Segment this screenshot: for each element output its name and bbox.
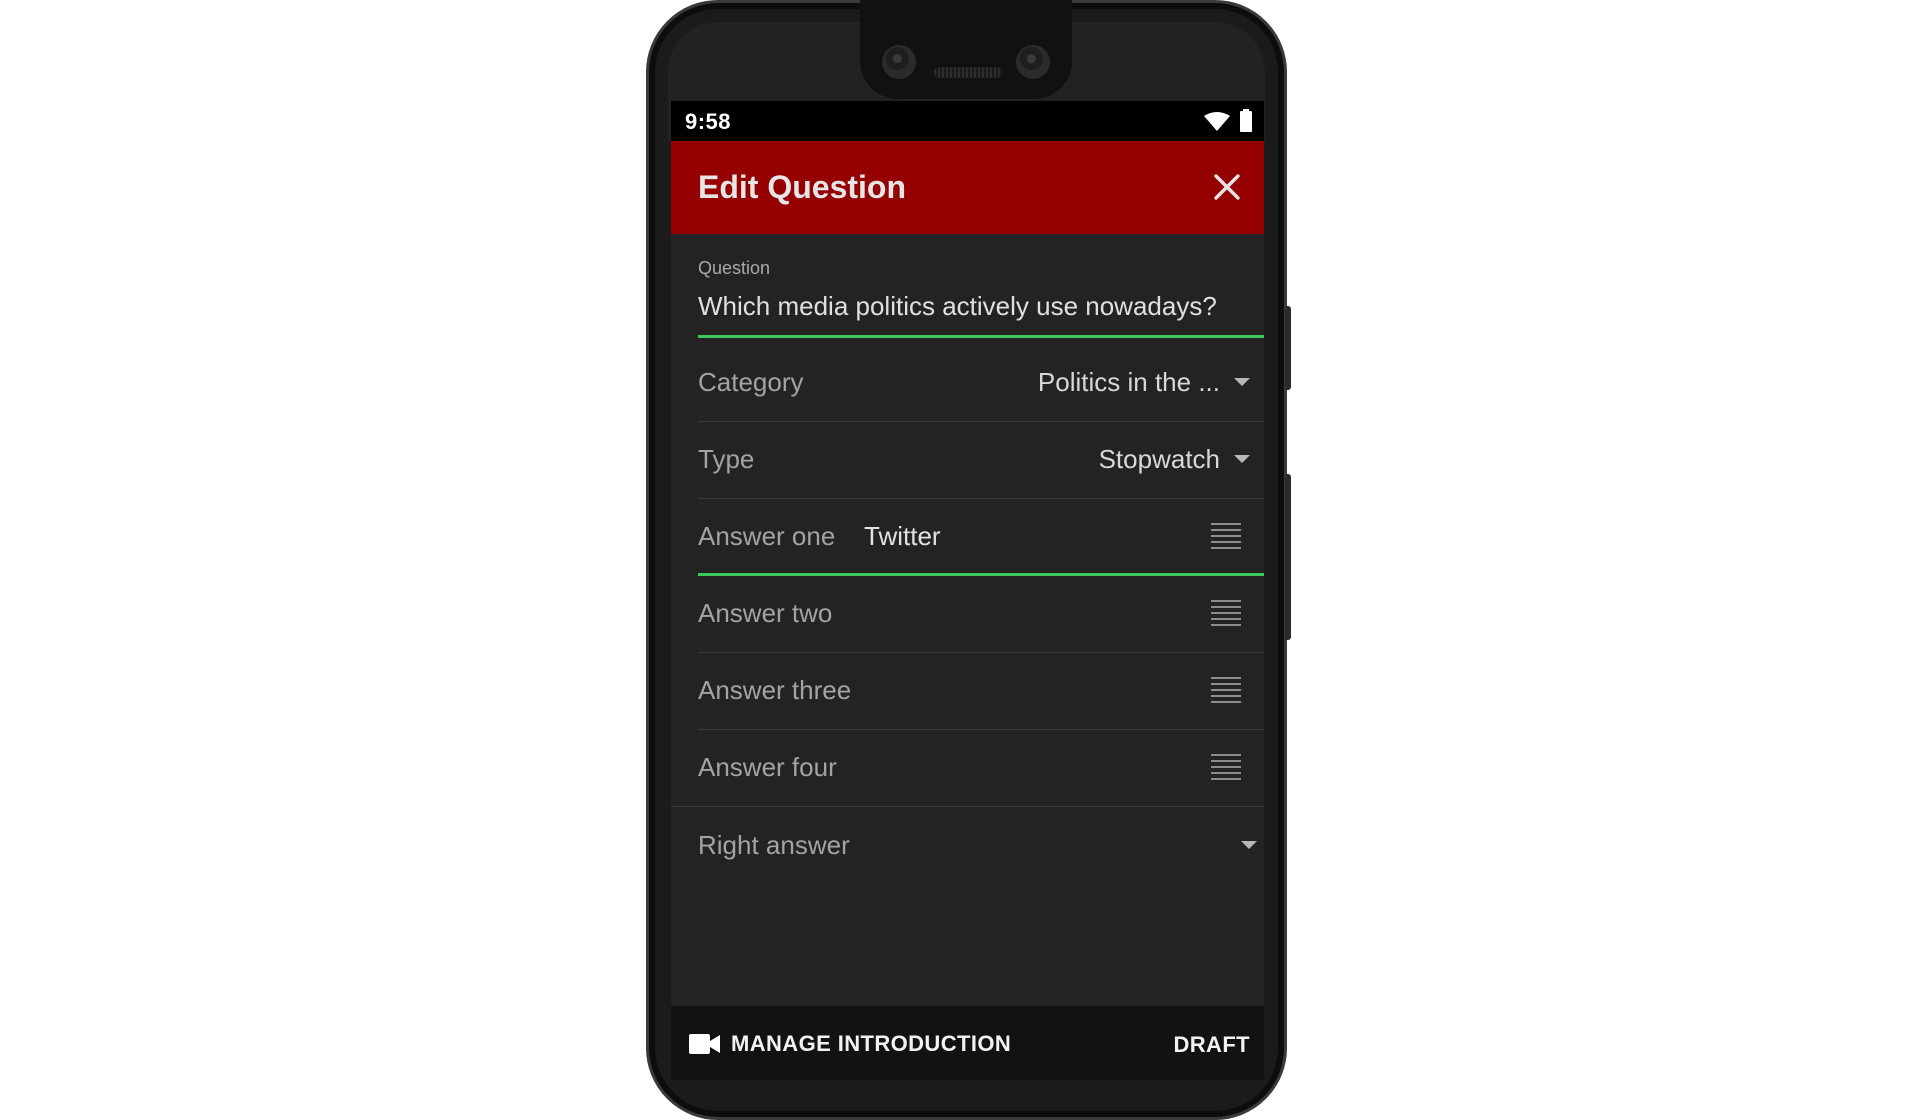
app-bar: Edit Question bbox=[671, 141, 1264, 234]
right-answer-label: Right answer bbox=[698, 830, 850, 860]
manage-introduction-button[interactable]: MANAGE INTRODUCTION bbox=[689, 1024, 1011, 1064]
question-label: Question bbox=[698, 258, 771, 278]
answer-three-field[interactable]: Answer three bbox=[698, 653, 1264, 730]
drag-handle-icon[interactable] bbox=[1211, 600, 1241, 626]
answer-two-field[interactable]: Answer two bbox=[698, 576, 1264, 653]
category-dropdown-arrow-icon bbox=[1234, 378, 1250, 386]
front-camera-left bbox=[882, 45, 916, 79]
video-camera-icon bbox=[689, 1034, 720, 1054]
answer-one-label: Answer one bbox=[698, 521, 836, 551]
category-select[interactable]: Category Politics in the ... bbox=[698, 345, 1264, 422]
answer-one-value[interactable]: Twitter bbox=[864, 521, 941, 552]
answer-three-label: Answer three bbox=[698, 675, 852, 705]
wifi-icon bbox=[1204, 112, 1230, 131]
drag-handle-icon[interactable] bbox=[1211, 754, 1241, 780]
type-select[interactable]: Type Stopwatch bbox=[698, 422, 1264, 499]
battery-icon bbox=[1240, 109, 1252, 132]
category-value: Politics in the ... bbox=[1037, 367, 1220, 397]
answer-four-label: Answer four bbox=[698, 752, 837, 782]
bottom-action-bar: MANAGE INTRODUCTION DRAFT bbox=[671, 1006, 1264, 1080]
page-title: Edit Question bbox=[698, 169, 906, 205]
answer-two-label: Answer two bbox=[698, 598, 833, 628]
draft-label: DRAFT bbox=[1173, 1032, 1250, 1057]
phone-side-button-upper bbox=[1285, 306, 1291, 390]
phone-screen: 9:58 Edit Question Question Category Pol… bbox=[671, 101, 1264, 1080]
type-label: Type bbox=[698, 444, 755, 474]
right-answer-dropdown-arrow-icon bbox=[1241, 841, 1257, 849]
front-camera-right bbox=[1016, 45, 1050, 79]
phone-side-button-lower bbox=[1285, 474, 1291, 640]
drag-handle-icon[interactable] bbox=[1211, 523, 1241, 549]
answer-four-field[interactable]: Answer four bbox=[671, 730, 1264, 807]
manage-introduction-label: MANAGE INTRODUCTION bbox=[731, 1031, 1012, 1056]
status-bar: 9:58 bbox=[671, 101, 1264, 141]
right-answer-select[interactable]: Right answer bbox=[698, 808, 1264, 885]
answer-one-field[interactable]: Answer one Twitter bbox=[698, 499, 1264, 576]
question-input[interactable] bbox=[698, 286, 1264, 338]
close-icon[interactable] bbox=[1211, 171, 1243, 203]
drag-handle-icon[interactable] bbox=[1211, 677, 1241, 703]
type-value: Stopwatch bbox=[1098, 444, 1220, 474]
draft-button[interactable]: DRAFT bbox=[1173, 1032, 1250, 1058]
earpiece-speaker bbox=[934, 67, 1002, 78]
type-dropdown-arrow-icon bbox=[1234, 455, 1250, 463]
category-label: Category bbox=[698, 367, 804, 397]
status-time: 9:58 bbox=[685, 109, 732, 134]
